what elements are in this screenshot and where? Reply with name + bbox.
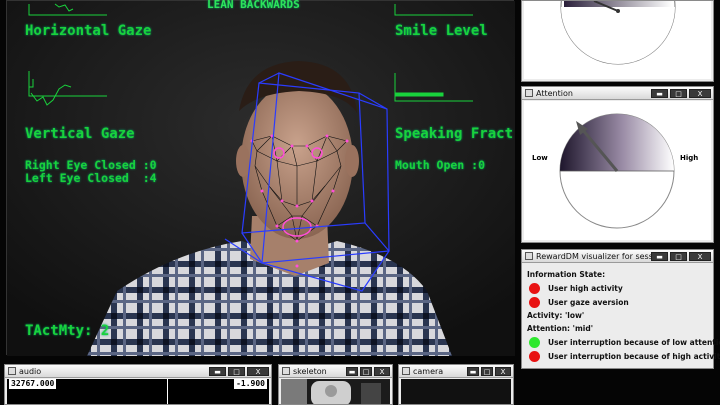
desktop: LEAN BACKWARDS Horizontal Gaze Vertical … (0, 0, 720, 405)
camera-window[interactable]: camera ▬ □ X (398, 364, 514, 405)
list-item: User gaze aversion (527, 295, 708, 309)
camera-view (401, 379, 511, 404)
audio-titlebar[interactable]: audio ▬ □ X (5, 365, 271, 378)
list-item: User interruption because of low attenti… (527, 335, 720, 349)
audio-waveform-area: 32767.000 -1.900 (7, 379, 269, 404)
skeleton-depth-image (281, 379, 390, 404)
activity-value: Activity: 'low' (527, 311, 585, 320)
close-button[interactable]: X (374, 366, 390, 376)
audio-max-value: 32767.000 (9, 379, 57, 389)
minimize-button[interactable]: ▬ (467, 366, 479, 376)
tactivity-readout: TActMty: 2 (25, 323, 110, 339)
status-indicator-red (529, 282, 540, 294)
reward-visualizer-window[interactable]: RewardDM visualizer for session: 1... ▬ … (521, 249, 720, 369)
maximize-button[interactable]: □ (670, 88, 687, 98)
reward-titlebar[interactable]: RewardDM visualizer for session: 1... ▬ … (522, 250, 713, 263)
audio-title: audio (19, 366, 42, 376)
skeleton-titlebar[interactable]: skeleton ▬ □ X (279, 365, 392, 378)
camera-title: camera (413, 366, 444, 376)
list-item-label: User gaze aversion (548, 297, 629, 307)
list-item-label: User high activity (548, 283, 623, 293)
status-indicator-red (529, 296, 540, 308)
right-eye-closed-readout: Right Eye Closed :0 (25, 158, 157, 172)
gauge-window-top[interactable] (521, 0, 714, 82)
attention-gauge-body: Low High (524, 101, 711, 240)
close-button[interactable]: X (689, 251, 711, 261)
camera-titlebar[interactable]: camera ▬ □ X (399, 365, 513, 378)
status-indicator-green (529, 336, 540, 348)
gauge-top-body (524, 1, 711, 79)
vertical-gaze-label: Vertical Gaze (25, 126, 135, 142)
status-indicator-red (529, 350, 540, 362)
window-app-icon (282, 367, 290, 375)
maximize-button[interactable]: □ (481, 366, 493, 376)
attention-value: Attention: 'mid' (527, 324, 594, 333)
minimize-button[interactable]: ▬ (651, 88, 668, 98)
mouth-open-readout: Mouth Open :0 (395, 158, 486, 172)
list-item-label: User interruption because of high activi… (548, 351, 720, 361)
audio-current-value: -1.900 (234, 379, 267, 389)
audio-window[interactable]: audio ▬ □ X 32767.000 -1.900 (4, 364, 272, 405)
maximize-button[interactable]: □ (360, 366, 372, 376)
face (241, 83, 353, 239)
close-button[interactable]: X (495, 366, 511, 376)
speaking-fraction-label: Speaking Fract (395, 126, 514, 142)
audio-cursor-line (167, 379, 168, 404)
minimize-button[interactable]: ▬ (209, 366, 226, 376)
list-item: User high activity (527, 281, 708, 295)
reward-body: Information State: User high activity Us… (524, 264, 720, 366)
window-app-icon (525, 89, 533, 97)
window-app-icon (525, 252, 533, 260)
close-button[interactable]: X (247, 366, 269, 376)
minimize-button[interactable]: ▬ (651, 251, 668, 261)
minimize-button[interactable]: ▬ (346, 366, 358, 376)
list-item: User interruption because of high activi… (527, 349, 720, 363)
attention-dial (559, 113, 675, 229)
close-button[interactable]: X (689, 88, 711, 98)
maximize-button[interactable]: □ (670, 251, 687, 261)
main-video-window: LEAN BACKWARDS Horizontal Gaze Vertical … (6, 0, 515, 356)
posture-banner: LEAN BACKWARDS (207, 0, 300, 11)
attention-low-label: Low (532, 154, 548, 162)
smile-level-label: Smile Level (395, 23, 488, 39)
attention-title: Attention (536, 88, 573, 98)
left-eye-closed-readout: Left Eye Closed :4 (25, 171, 157, 185)
reward-title: RewardDM visualizer for session: 1... (536, 251, 651, 261)
information-state-heading: Information State: (527, 270, 606, 279)
skeleton-view (281, 379, 390, 404)
gauge-top-dial (560, 1, 676, 65)
horizontal-gaze-label: Horizontal Gaze (25, 23, 152, 39)
skeleton-title: skeleton (293, 366, 327, 376)
window-app-icon (402, 367, 410, 375)
window-app-icon (8, 367, 16, 375)
attention-titlebar[interactable]: Attention ▬ □ X (522, 87, 713, 100)
skeleton-window[interactable]: skeleton ▬ □ X (278, 364, 393, 405)
attention-high-label: High (680, 154, 699, 162)
list-item-label: User interruption because of low attenti… (548, 337, 720, 347)
maximize-button[interactable]: □ (228, 366, 245, 376)
attention-window[interactable]: Attention ▬ □ X Low High (521, 86, 714, 243)
